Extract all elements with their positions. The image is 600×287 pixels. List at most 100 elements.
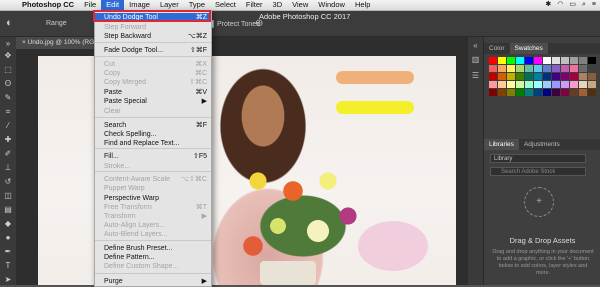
swatch[interactable]	[543, 81, 551, 88]
tab-adjustments[interactable]: Adjustments	[519, 139, 565, 150]
swatch[interactable]	[561, 73, 569, 80]
gradient-tool-icon[interactable]: ▤	[0, 205, 16, 214]
swatch[interactable]	[561, 89, 569, 96]
menu-item-check-spelling[interactable]: Check Spelling...	[95, 130, 211, 139]
swatch[interactable]	[525, 73, 533, 80]
swatch[interactable]	[588, 57, 596, 64]
library-select[interactable]: Library	[490, 154, 586, 163]
path-select-icon[interactable]: ➤	[0, 275, 16, 284]
swatch[interactable]	[579, 73, 587, 80]
menu-item-define-pattern[interactable]: Define Pattern...	[95, 253, 211, 262]
swatch[interactable]	[534, 81, 542, 88]
swatch[interactable]	[570, 89, 578, 96]
properties-icon[interactable]: ☰	[468, 71, 483, 80]
swatch[interactable]	[588, 81, 596, 88]
menu-edit[interactable]: Edit	[101, 0, 125, 10]
menu-view[interactable]: View	[287, 0, 313, 10]
swatch[interactable]	[570, 57, 578, 64]
eraser-tool-icon[interactable]: ◫	[0, 191, 16, 200]
swatch[interactable]	[489, 57, 497, 64]
menu-item-perspective-warp[interactable]: Perspective Warp	[95, 194, 211, 203]
swatch[interactable]	[525, 81, 533, 88]
swatch[interactable]	[570, 65, 578, 72]
swatch[interactable]	[552, 65, 560, 72]
swatch[interactable]	[507, 57, 515, 64]
protect-tones-option[interactable]: Protect Tones	[206, 20, 260, 28]
wifi-icon[interactable]: ◠	[557, 0, 563, 10]
search-icon[interactable]: ⌕	[582, 0, 586, 10]
menu-select[interactable]: Select	[210, 0, 241, 10]
swatch[interactable]	[489, 65, 497, 72]
eyedropper-tool-icon[interactable]: ⁄	[0, 121, 16, 130]
swatch[interactable]	[588, 65, 596, 72]
swatch[interactable]	[543, 89, 551, 96]
swatch[interactable]	[552, 73, 560, 80]
swatch[interactable]	[507, 81, 515, 88]
swatch[interactable]	[588, 73, 596, 80]
menu-item-define-brush-preset[interactable]: Define Brush Preset...	[95, 244, 211, 253]
swatch[interactable]	[489, 81, 497, 88]
tab-libraries[interactable]: Libraries	[484, 139, 519, 150]
swatch[interactable]	[525, 65, 533, 72]
menu-item-paste-special[interactable]: Paste Special ▶	[95, 97, 211, 106]
swatch[interactable]	[579, 89, 587, 96]
history-brush-icon[interactable]: ↺	[0, 177, 16, 186]
swatch[interactable]	[507, 65, 515, 72]
menu-layer[interactable]: Layer	[155, 0, 184, 10]
menu-item-fade-dodge-tool[interactable]: Fade Dodge Tool... ⇧⌘F	[95, 46, 211, 55]
swatch[interactable]	[534, 65, 542, 72]
swatch[interactable]	[525, 89, 533, 96]
type-tool-icon[interactable]: T	[0, 261, 16, 270]
swatch[interactable]	[543, 65, 551, 72]
swatch[interactable]	[534, 57, 542, 64]
swatch[interactable]	[516, 81, 524, 88]
menu-help[interactable]: Help	[350, 0, 375, 10]
menu-item-search[interactable]: Search ⌘F	[95, 121, 211, 130]
document-tab[interactable]: × Undo.jpg @ 100% (RGB	[16, 37, 102, 49]
swatch[interactable]	[516, 57, 524, 64]
dodge-tool-icon-side[interactable]: ●	[0, 233, 16, 242]
swatch[interactable]	[552, 89, 560, 96]
swatch[interactable]	[588, 89, 596, 96]
brush-tool-icon[interactable]: ✐	[0, 149, 16, 158]
swatch[interactable]	[516, 73, 524, 80]
menu-file[interactable]: File	[79, 0, 101, 10]
swatch[interactable]	[498, 73, 506, 80]
menu-window[interactable]: Window	[313, 0, 350, 10]
swatch[interactable]	[534, 73, 542, 80]
tab-color[interactable]: Color	[484, 43, 510, 54]
menu-image[interactable]: Image	[124, 0, 155, 10]
bluetooth-icon[interactable]: ✱	[545, 0, 551, 10]
swatch[interactable]	[525, 57, 533, 64]
healing-brush-icon[interactable]: ✚	[0, 135, 16, 144]
marquee-tool-icon[interactable]: ⬚	[0, 65, 16, 74]
history-icon[interactable]: ▥	[468, 55, 483, 64]
crop-tool-icon[interactable]: ⌗	[0, 107, 16, 117]
swatch[interactable]	[543, 57, 551, 64]
blur-tool-icon[interactable]: ◆	[0, 219, 16, 228]
lasso-tool-icon[interactable]: ʘ	[0, 79, 16, 88]
swatch[interactable]	[579, 65, 587, 72]
swatch[interactable]	[561, 57, 569, 64]
swatch[interactable]	[507, 89, 515, 96]
swatch[interactable]	[579, 57, 587, 64]
dodge-tool-icon[interactable]: ◐	[6, 17, 13, 29]
menu-item-step-backward[interactable]: Step Backward ⌥⌘Z	[95, 32, 211, 41]
swatch[interactable]	[507, 73, 515, 80]
menu-app-name[interactable]: Photoshop CC	[17, 0, 79, 10]
swatch[interactable]	[534, 89, 542, 96]
menu-3d[interactable]: 3D	[268, 0, 288, 10]
swatch[interactable]	[516, 89, 524, 96]
menu-item-paste[interactable]: Paste ⌘V	[95, 88, 211, 97]
tab-swatches[interactable]: Swatches	[509, 43, 548, 54]
clone-stamp-icon[interactable]: ⊥	[0, 163, 16, 172]
menu-filter[interactable]: Filter	[241, 0, 268, 10]
swatch[interactable]	[552, 57, 560, 64]
swatch[interactable]	[561, 81, 569, 88]
move-tool-icon[interactable]: ✥	[0, 51, 16, 60]
close-icon[interactable]: ×	[22, 39, 26, 46]
swatch[interactable]	[498, 81, 506, 88]
swatch[interactable]	[579, 81, 587, 88]
swatch[interactable]	[489, 73, 497, 80]
swatch[interactable]	[489, 89, 497, 96]
